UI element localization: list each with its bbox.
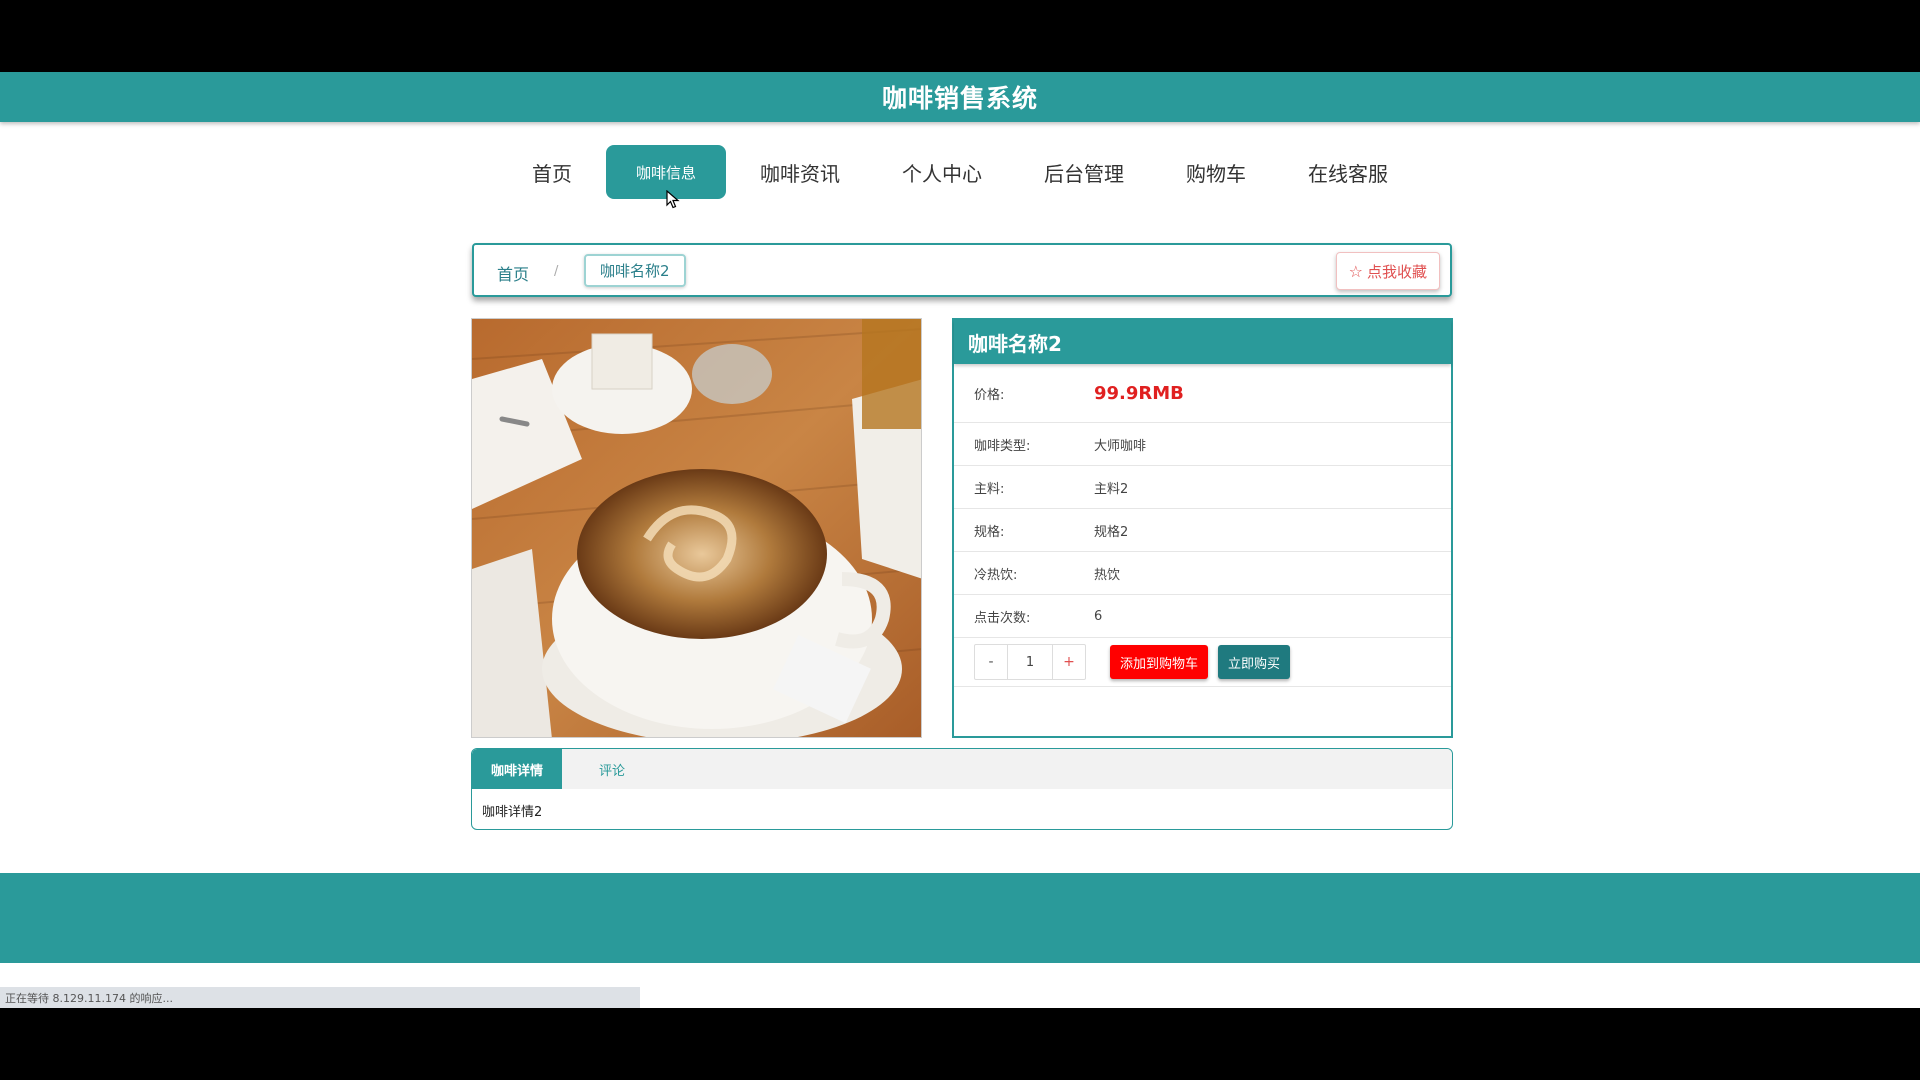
tab-coffee-details[interactable]: 咖啡详情 xyxy=(472,749,563,789)
attribute-value: 热饮 xyxy=(1094,567,1121,583)
nav-item-admin[interactable]: 后台管理 xyxy=(1016,145,1152,199)
nav-item-customer-service[interactable]: 在线客服 xyxy=(1280,145,1416,199)
site-title: 咖啡销售系统 xyxy=(881,84,1038,113)
main-nav: 首页 咖啡信息 咖啡资讯 个人中心 后台管理 购物车 在线客服 xyxy=(0,145,1920,199)
quantity-increase-button[interactable]: + xyxy=(1053,645,1085,679)
quantity-stepper: - + xyxy=(974,644,1086,680)
browser-status-bar: 正在等待 8.129.11.174 的响应... xyxy=(0,987,640,1008)
tab-strip: 咖啡详情 评论 xyxy=(472,749,1452,789)
tab-content: 咖啡详情2 xyxy=(482,805,543,820)
purchase-controls: - + 添加到购物车 立即购买 xyxy=(954,638,1451,687)
price-value: 99.9RMB xyxy=(1094,382,1184,404)
mouse-cursor-icon xyxy=(666,190,680,209)
price-label: 价格: xyxy=(974,387,1005,403)
site-header: 咖啡销售系统 xyxy=(0,72,1920,122)
product-name: 咖啡名称2 xyxy=(954,320,1451,364)
breadcrumb-separator: / xyxy=(554,264,559,279)
attribute-row: 点击次数: 6 xyxy=(954,595,1451,638)
nav-item-coffee-news[interactable]: 咖啡资讯 xyxy=(732,145,868,199)
attribute-row: 咖啡类型: 大师咖啡 xyxy=(954,423,1451,466)
attribute-label: 咖啡类型: xyxy=(974,438,1031,454)
nav-item-personal-center[interactable]: 个人中心 xyxy=(874,145,1010,199)
breadcrumb-current: 咖啡名称2 xyxy=(584,254,686,287)
attribute-row: 冷热饮: 热饮 xyxy=(954,552,1451,595)
quantity-input[interactable] xyxy=(1007,645,1053,679)
quantity-decrease-button[interactable]: - xyxy=(975,645,1007,679)
coffee-cup-photo xyxy=(472,319,921,737)
star-outline-icon: ☆ xyxy=(1348,261,1363,281)
price-row: 价格: 99.9RMB xyxy=(954,364,1451,423)
nav-item-home[interactable]: 首页 xyxy=(504,145,600,199)
product-info-panel: 咖啡名称2 价格: 99.9RMB 咖啡类型: 大师咖啡 主料: 主料2 规格:… xyxy=(952,318,1453,738)
breadcrumb-home-link[interactable]: 首页 xyxy=(497,261,529,285)
attribute-value: 规格2 xyxy=(1094,524,1129,540)
favorite-button-label: 点我收藏 xyxy=(1366,262,1427,281)
nav-item-cart[interactable]: 购物车 xyxy=(1158,145,1274,199)
site-footer xyxy=(0,873,1920,963)
browser-viewport: 咖啡销售系统 首页 咖啡信息 咖啡资讯 个人中心 后台管理 购物车 在线客服 首… xyxy=(0,72,1920,1008)
attribute-label: 主料: xyxy=(974,481,1005,497)
attribute-label: 点击次数: xyxy=(974,610,1031,626)
attribute-row: 主料: 主料2 xyxy=(954,466,1451,509)
attribute-value: 6 xyxy=(1094,608,1103,624)
attribute-value: 大师咖啡 xyxy=(1094,438,1147,454)
attribute-row: 规格: 规格2 xyxy=(954,509,1451,552)
add-to-cart-button[interactable]: 添加到购物车 xyxy=(1110,645,1209,679)
favorite-button[interactable]: ☆ 点我收藏 xyxy=(1335,252,1440,290)
detail-tabs: 咖啡详情 评论 咖啡详情2 xyxy=(471,748,1453,830)
product-image xyxy=(471,318,922,738)
breadcrumb: 首页 / 咖啡名称2 ☆ 点我收藏 xyxy=(472,243,1452,297)
attribute-value: 主料2 xyxy=(1094,481,1129,497)
buy-now-button[interactable]: 立即购买 xyxy=(1218,645,1291,679)
attribute-label: 冷热饮: xyxy=(974,567,1018,583)
tab-comments[interactable]: 评论 xyxy=(580,749,644,789)
attribute-label: 规格: xyxy=(974,524,1005,540)
